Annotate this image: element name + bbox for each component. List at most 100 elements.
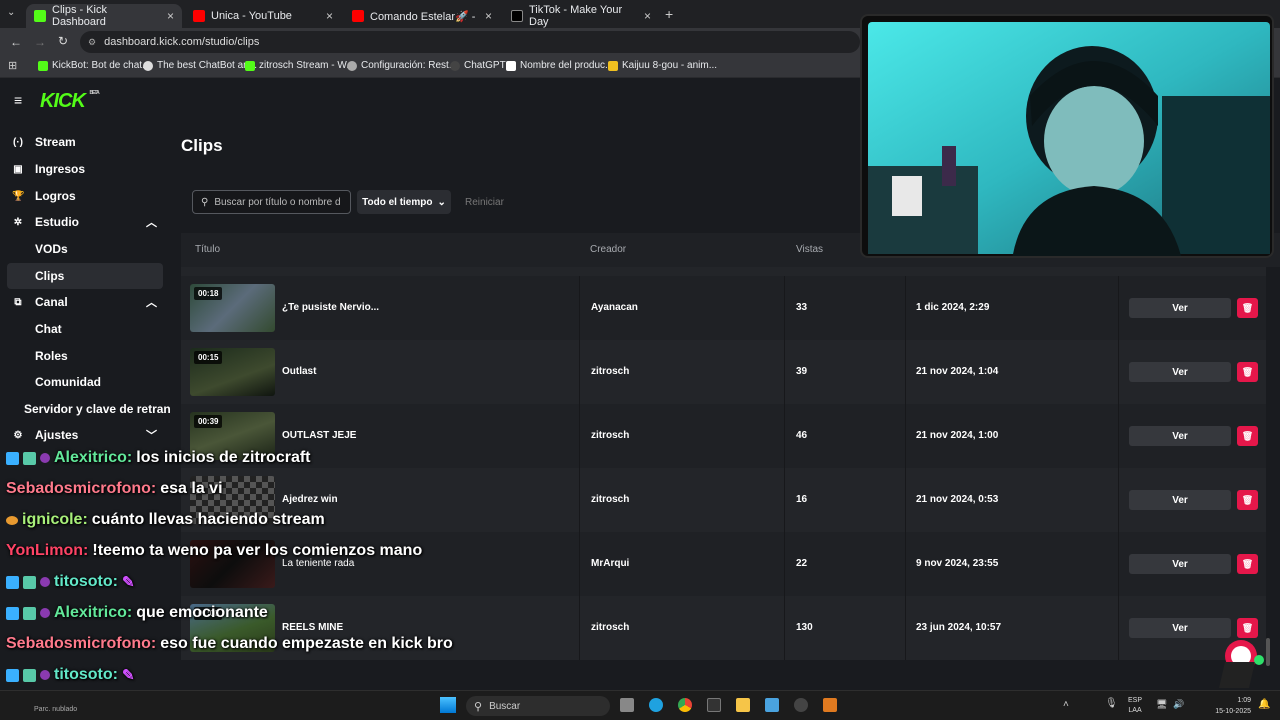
- chat-colon: :: [150, 635, 157, 652]
- bookmark-zitrosch-stream[interactable]: zitrosch Stream - W...: [245, 60, 355, 71]
- bookmark-producto[interactable]: Nombre del produc...: [506, 60, 613, 71]
- sidebar-item-comunidad[interactable]: Comunidad: [0, 369, 163, 395]
- chatgpt-bookmark-icon: [450, 60, 460, 71]
- network-icon[interactable]: 🖥: [1156, 699, 1167, 710]
- sidebar-item-chat[interactable]: Chat: [0, 316, 163, 342]
- sidebar-item-logros[interactable]: 🏆 Logros: [0, 183, 163, 209]
- tab-youtube[interactable]: Unica - YouTube ×: [185, 4, 341, 28]
- input-language[interactable]: ESP LAA: [1128, 696, 1142, 716]
- microphone-icon[interactable]: 🎙: [1105, 698, 1118, 709]
- reload-icon[interactable]: ↻: [58, 34, 68, 48]
- clip-title[interactable]: OUTLAST JEJE: [282, 430, 356, 441]
- view-clip-button[interactable]: Ver: [1129, 490, 1231, 510]
- weather-text[interactable]: Parc. nublado: [34, 706, 77, 713]
- close-tab-icon[interactable]: ×: [167, 9, 174, 23]
- bookmark-label: KickBot: Bot de chat...: [52, 60, 151, 71]
- chevron-up-icon[interactable]: ︿: [146, 294, 157, 310]
- close-tab-icon[interactable]: ×: [326, 9, 333, 23]
- bookmark-chatgpt[interactable]: ChatGPT: [450, 60, 506, 71]
- notifications-icon[interactable]: 🔔: [1258, 699, 1270, 710]
- file-explorer-icon[interactable]: [736, 698, 750, 712]
- sidebar-item-canal[interactable]: ⧉ Canal ︿: [0, 289, 163, 315]
- bookmark-configuracion[interactable]: Configuración: Rest...: [347, 60, 457, 71]
- close-tab-icon[interactable]: ×: [485, 9, 492, 23]
- chat-username: Sebadosmicrofono: [6, 480, 151, 497]
- taskbar-search-input[interactable]: ⚲ Buscar: [466, 696, 610, 716]
- sidebar-item-servidor[interactable]: Servidor y clave de retrans: [0, 396, 177, 422]
- clip-creator: zitrosch: [591, 494, 630, 505]
- view-clip-button[interactable]: Ver: [1129, 298, 1231, 318]
- new-tab-icon[interactable]: +: [665, 6, 673, 22]
- tab-comando-estelar[interactable]: Comando Estelar🚀 - Germani ×: [344, 4, 500, 28]
- cat-mascot-icon: [1219, 640, 1264, 688]
- hamburger-menu-icon[interactable]: ≡: [14, 92, 22, 108]
- bookmark-kaijuu[interactable]: Kaijuu 8-gou - anim...: [608, 60, 717, 71]
- table-row: 00:15 Outlast zitrosch 39 21 nov 2024, 1…: [181, 340, 1266, 404]
- time-filter-dropdown[interactable]: Todo el tiempo ⌄: [357, 190, 451, 214]
- chatbot-bookmark-icon: [143, 60, 153, 71]
- column-creator[interactable]: Creador: [590, 244, 626, 255]
- search-input[interactable]: ⚲ Buscar por título o nombre d: [192, 190, 351, 214]
- bookmark-chatbot[interactable]: The best ChatBot an...: [143, 60, 257, 71]
- clip-views: 33: [796, 302, 808, 313]
- clip-title[interactable]: ¿Te pusiste Nervio...: [282, 302, 379, 313]
- column-views[interactable]: Vistas: [796, 244, 823, 255]
- chat-message: titosoto: ✎: [6, 663, 135, 687]
- chat-message: Sebadosmicrofono: esa la vi: [6, 477, 223, 501]
- clip-duration: 00:15: [194, 351, 223, 364]
- chrome-icon[interactable]: [678, 698, 692, 712]
- volume-icon[interactable]: 🔊: [1173, 699, 1184, 710]
- forward-icon[interactable]: →: [34, 35, 46, 49]
- view-clip-button[interactable]: Ver: [1129, 362, 1231, 382]
- edge-icon[interactable]: [649, 698, 663, 712]
- delete-clip-button[interactable]: 🗑: [1237, 426, 1258, 446]
- tab-list-icon[interactable]: ⌄: [7, 7, 15, 18]
- sidebar-item-clips[interactable]: Clips: [7, 263, 163, 289]
- url-field[interactable]: ⚙ dashboard.kick.com/studio/clips: [80, 31, 860, 53]
- clock[interactable]: 1:09 15-10-2025: [1205, 695, 1251, 717]
- gear-bookmark-icon: [347, 60, 357, 71]
- chat-colon: :: [150, 480, 157, 497]
- clip-thumbnail[interactable]: 00:18: [190, 284, 275, 332]
- kick-logo[interactable]: KICK BETA: [40, 90, 100, 113]
- chevron-up-icon[interactable]: ︿: [146, 214, 157, 230]
- apps-icon[interactable]: ⊞: [8, 59, 17, 72]
- back-icon[interactable]: ←: [10, 35, 22, 49]
- chevron-down-icon[interactable]: ﹀: [146, 427, 157, 443]
- app-icon[interactable]: [823, 698, 837, 712]
- sidebar-item-estudio[interactable]: ✲ Estudio ︿: [0, 209, 163, 235]
- task-view-icon[interactable]: [620, 698, 634, 712]
- sidebar-item-ajustes[interactable]: ⚙ Ajustes ﹀: [0, 422, 163, 448]
- divider: [905, 596, 906, 660]
- view-clip-button[interactable]: Ver: [1129, 554, 1231, 574]
- sidebar-item-vods[interactable]: VODs: [0, 236, 163, 262]
- obs-icon[interactable]: [794, 698, 808, 712]
- tab-kick-clips[interactable]: Clips - Kick Dashboard ×: [26, 4, 182, 28]
- view-clip-button[interactable]: Ver: [1129, 426, 1231, 446]
- sidebar-item-stream[interactable]: (·) Stream: [0, 129, 163, 155]
- tab-tiktok[interactable]: TikTok - Make Your Day ×: [503, 4, 659, 28]
- column-title[interactable]: Título: [195, 244, 220, 255]
- clip-thumbnail[interactable]: 00:15: [190, 348, 275, 396]
- reset-button[interactable]: Reiniciar: [465, 190, 504, 214]
- delete-clip-button[interactable]: 🗑: [1237, 298, 1258, 318]
- sidebar-item-label: Estudio: [35, 215, 79, 229]
- close-tab-icon[interactable]: ×: [644, 9, 651, 23]
- windows-start-icon[interactable]: [440, 697, 456, 713]
- clip-title[interactable]: Outlast: [282, 366, 316, 377]
- sidebar-item-roles[interactable]: Roles: [0, 343, 163, 369]
- notepad-icon[interactable]: [765, 698, 779, 712]
- delete-clip-button[interactable]: 🗑: [1237, 490, 1258, 510]
- scrollbar[interactable]: [1266, 638, 1270, 666]
- delete-clip-button[interactable]: 🗑: [1237, 362, 1258, 382]
- terminal-icon[interactable]: [707, 698, 721, 712]
- sidebar-item-ingresos[interactable]: ▣ Ingresos: [0, 156, 163, 182]
- sword-badge-icon: [6, 575, 19, 589]
- delete-clip-button[interactable]: 🗑: [1237, 554, 1258, 574]
- sidebar-item-label: Ajustes: [35, 428, 79, 442]
- sidebar-item-label: Canal: [35, 295, 68, 309]
- bookmark-kickbot[interactable]: KickBot: Bot de chat...: [38, 60, 150, 71]
- sidebar-item-label: Logros: [35, 189, 76, 203]
- tray-chevron-up-icon[interactable]: ˄: [1063, 699, 1069, 710]
- site-info-icon[interactable]: ⚙: [88, 37, 96, 48]
